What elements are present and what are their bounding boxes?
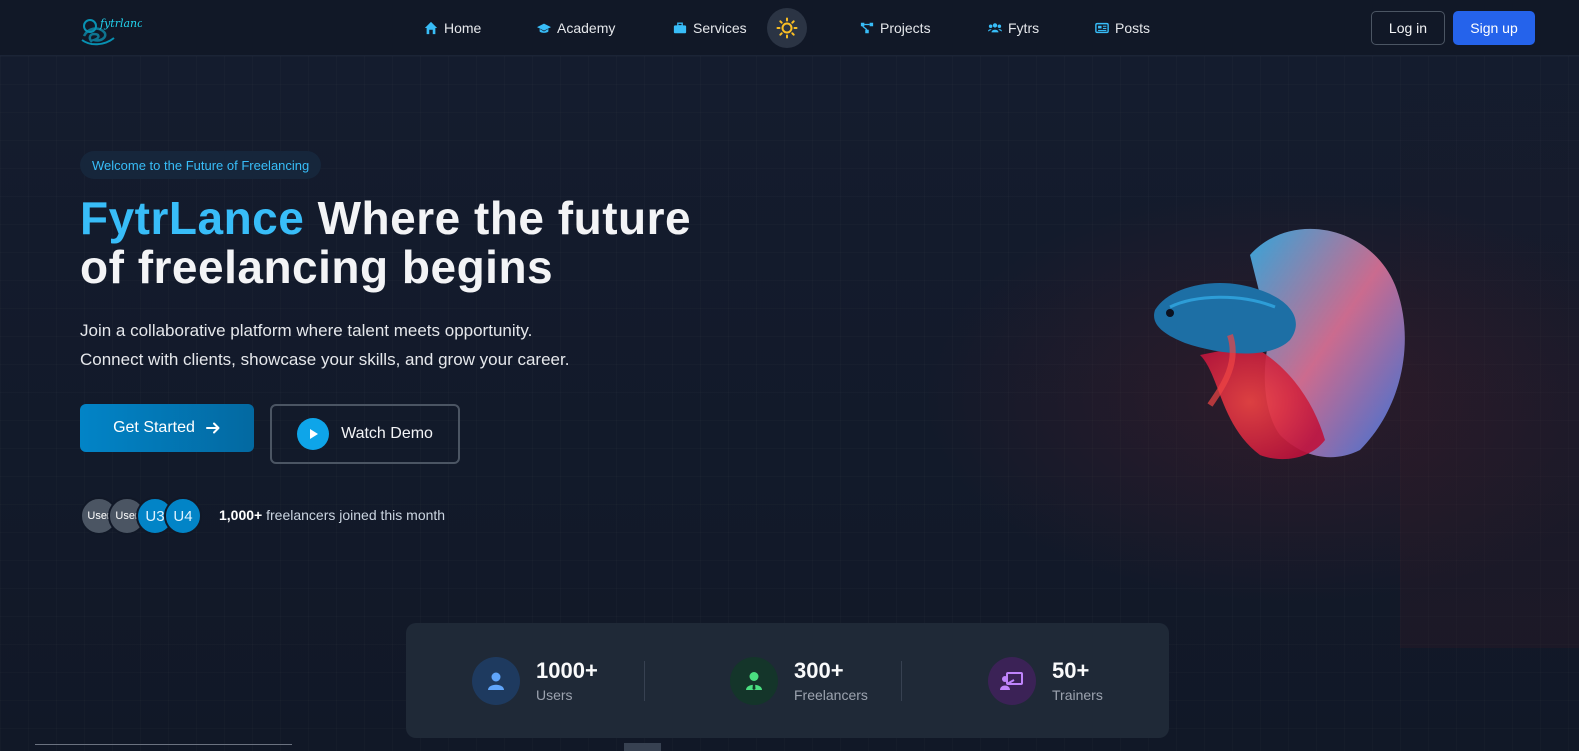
- get-started-label: Get Started: [113, 419, 195, 436]
- nav-projects[interactable]: Projects: [860, 18, 931, 38]
- users-icon: [988, 23, 1002, 33]
- stat-users-label: Users: [536, 687, 573, 703]
- nav-posts[interactable]: Posts: [1095, 18, 1150, 38]
- hero-subtext: Join a collaborative platform where tale…: [80, 316, 680, 374]
- joined-text: 1,000+ freelancers joined this month: [219, 507, 445, 523]
- scroll-indicator: [35, 744, 292, 745]
- subtext-line-2: Connect with clients, showcase your skil…: [80, 350, 570, 369]
- nav-home[interactable]: Home: [424, 18, 481, 38]
- stat-trainers-value: 50+: [1052, 658, 1090, 683]
- brand-name: FytrLance: [80, 192, 305, 244]
- sun-icon: [776, 17, 798, 39]
- nav-services-label: Services: [693, 20, 747, 36]
- nav-fytrs[interactable]: Fytrs: [988, 18, 1039, 38]
- joined-count: 1,000+: [219, 507, 263, 523]
- nav-services[interactable]: Services: [673, 18, 747, 38]
- nav-academy[interactable]: Academy: [537, 18, 615, 38]
- user-tie-icon: [730, 657, 778, 705]
- watch-demo-button[interactable]: Watch Demo: [270, 404, 460, 464]
- briefcase-icon: [673, 22, 687, 34]
- user-icon: [472, 657, 520, 705]
- betta-fish-image: [1154, 228, 1405, 460]
- nav-fytrs-label: Fytrs: [1008, 20, 1040, 36]
- stat-trainers-label: Trainers: [1052, 687, 1103, 703]
- project-diagram-icon: [860, 22, 874, 34]
- svg-text:fytrlance: fytrlance: [99, 17, 142, 30]
- play-icon: [297, 418, 330, 450]
- theme-toggle-button[interactable]: [767, 8, 807, 48]
- headline-line-1: Where the future: [317, 192, 692, 244]
- chalkboard-teacher-icon: [988, 657, 1036, 705]
- stat-trainers: 50+ Trainers: [988, 656, 1103, 706]
- subtext-line-1: Join a collaborative platform where tale…: [80, 321, 533, 340]
- stat-users-value: 1000+: [536, 658, 598, 683]
- stats-panel: 1000+ Users 300+ Freelancers 50+ Trainer…: [406, 623, 1169, 738]
- stat-freelancers-label: Freelancers: [794, 687, 868, 703]
- home-icon: [424, 21, 438, 35]
- stat-divider: [644, 661, 645, 701]
- decorative-panel: [1400, 56, 1579, 648]
- watch-demo-label: Watch Demo: [341, 425, 433, 442]
- signup-button[interactable]: Sign up: [1453, 11, 1535, 45]
- stat-freelancers-value: 300+: [794, 658, 844, 683]
- login-button[interactable]: Log in: [1371, 11, 1445, 45]
- stat-users: 1000+ Users: [472, 656, 598, 706]
- headline-line-2: of freelancing begins: [80, 241, 554, 293]
- welcome-badge: Welcome to the Future of Freelancing: [80, 151, 322, 179]
- stat-divider: [901, 661, 902, 701]
- nav-posts-label: Posts: [1115, 20, 1151, 36]
- stat-freelancers: 300+ Freelancers: [730, 656, 868, 706]
- navbar: fytrlance Home Academy Services Projects…: [0, 0, 1579, 56]
- arrow-right-icon: [205, 422, 220, 434]
- nav-home-label: Home: [444, 20, 482, 36]
- avatar: U4: [164, 497, 202, 535]
- scroll-tab: [624, 743, 661, 751]
- fytrlance-logo[interactable]: fytrlance: [80, 12, 142, 46]
- get-started-button[interactable]: Get Started: [80, 404, 254, 452]
- graduation-cap-icon: [537, 23, 551, 33]
- newspaper-icon: [1095, 22, 1109, 34]
- nav-projects-label: Projects: [880, 20, 931, 36]
- hero-headline: FytrLance Where the future of freelancin…: [80, 194, 780, 292]
- joined-label: freelancers joined this month: [266, 507, 446, 523]
- nav-academy-label: Academy: [557, 20, 616, 36]
